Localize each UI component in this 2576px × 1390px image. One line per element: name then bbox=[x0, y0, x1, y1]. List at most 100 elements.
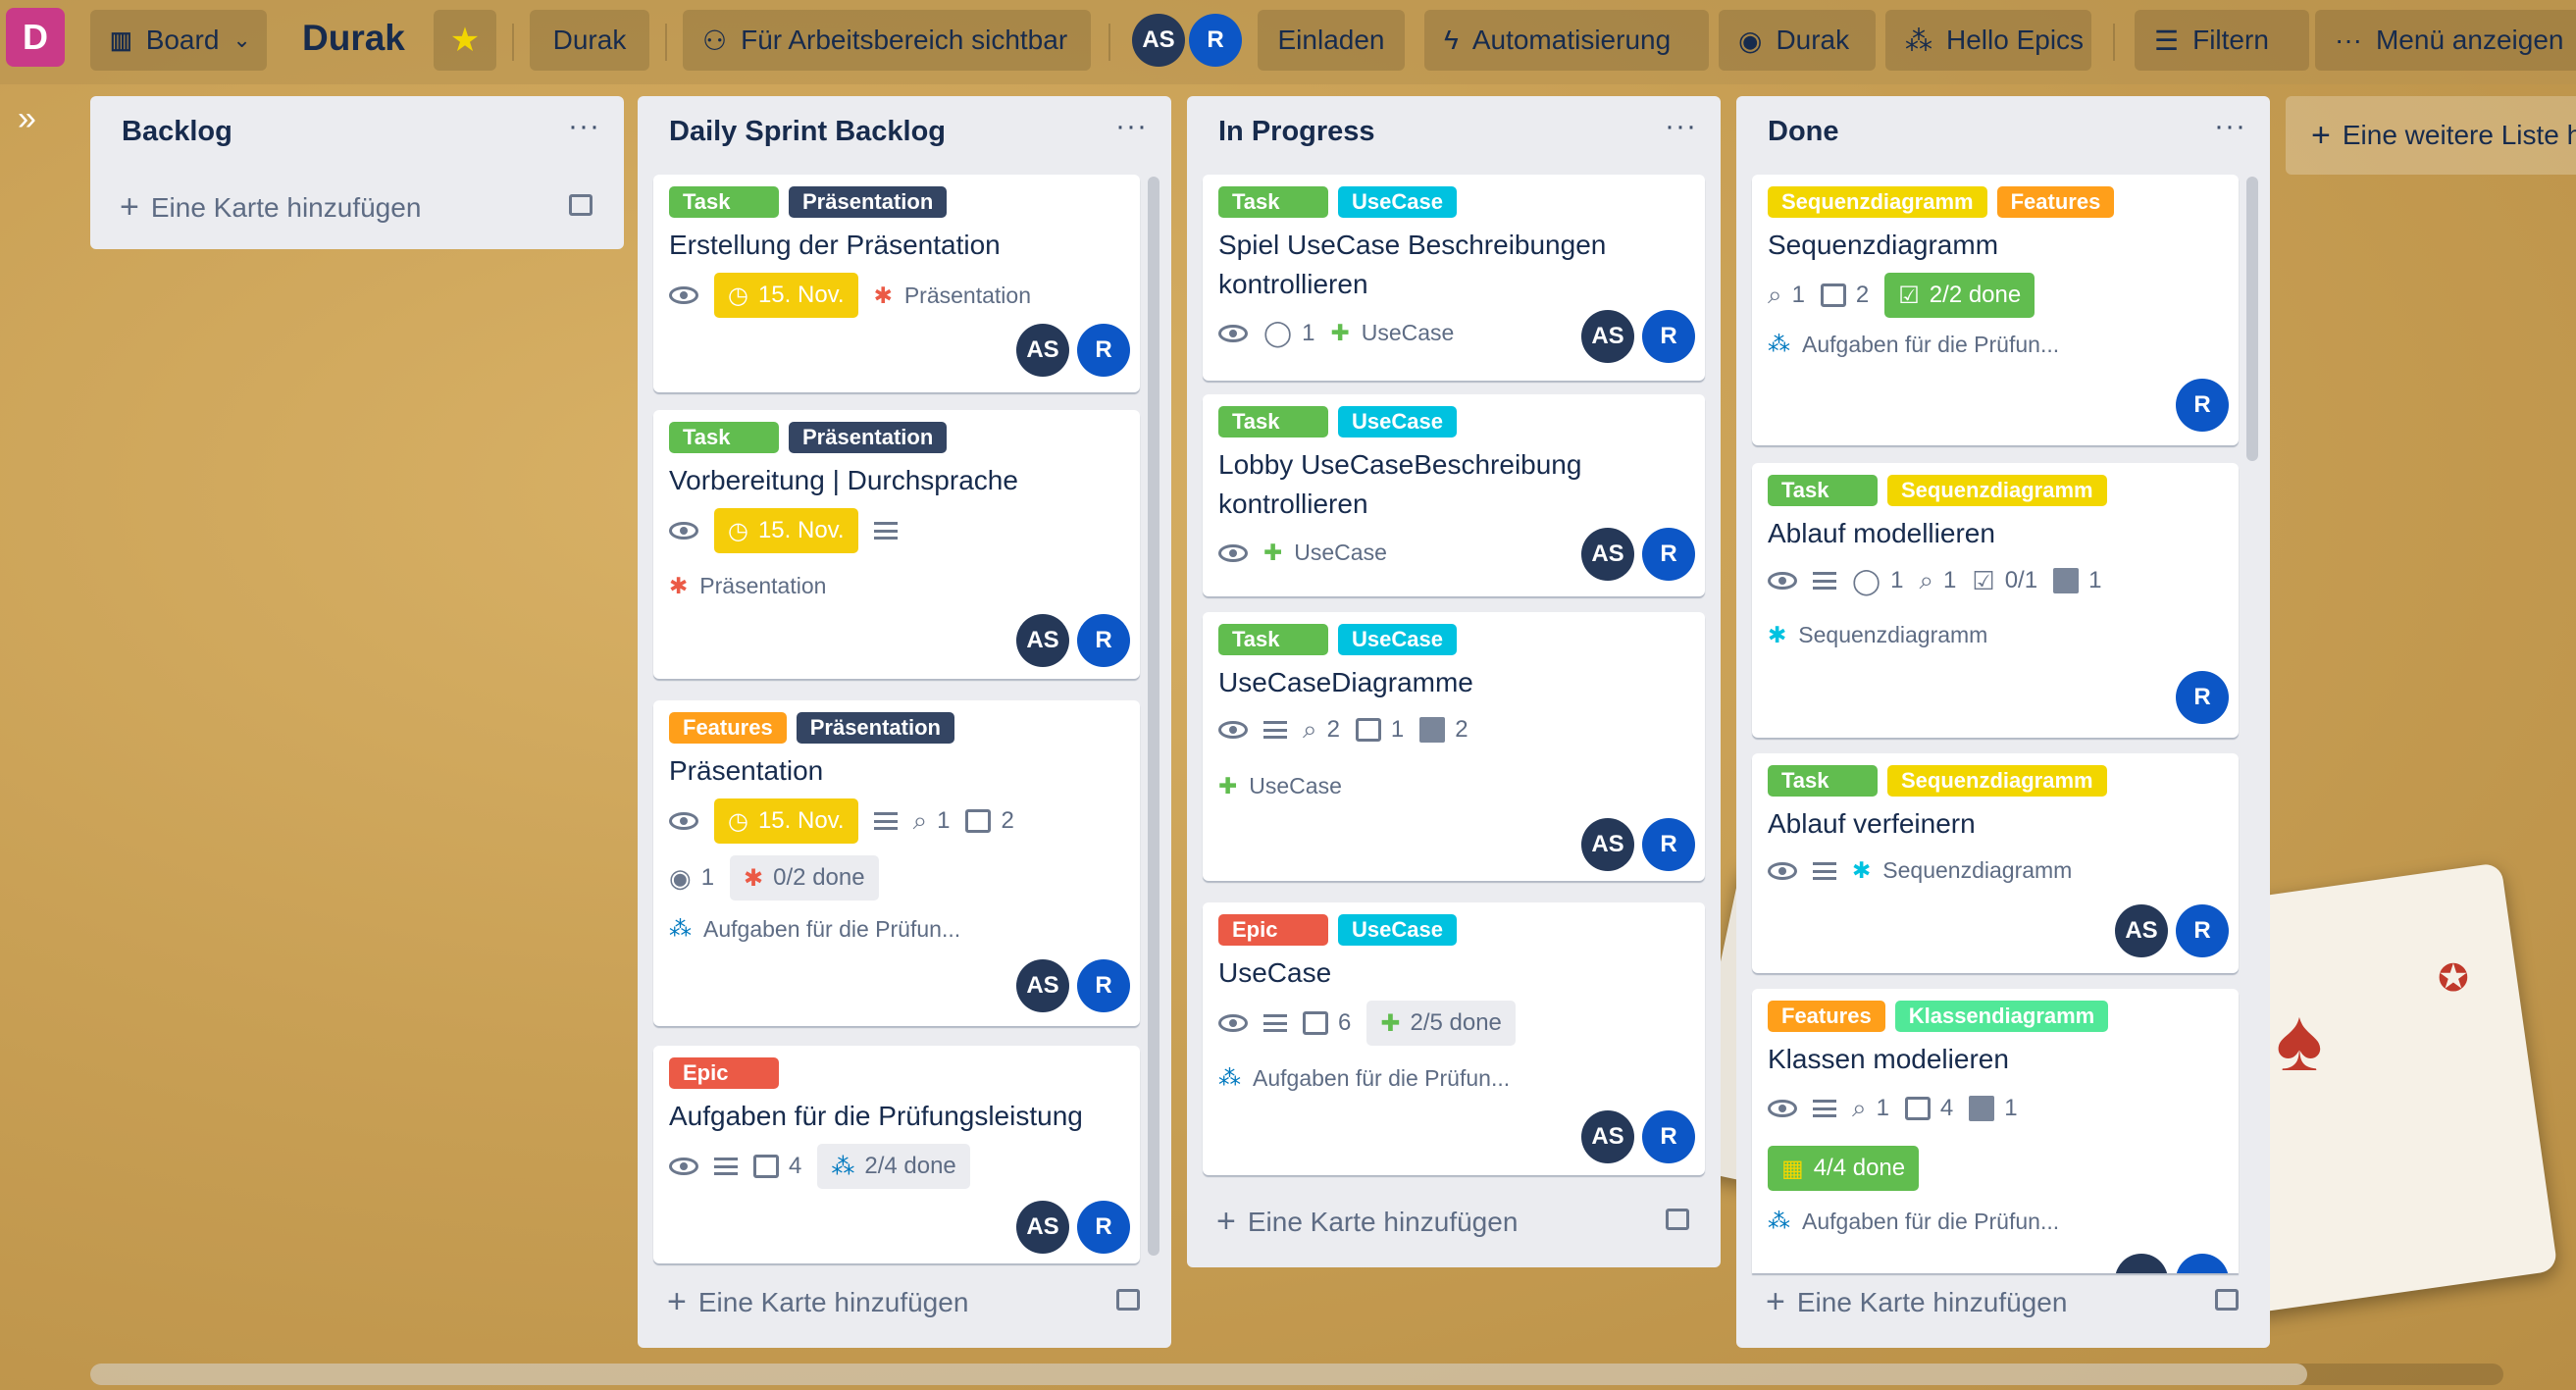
card[interactable]: Task Sequenzdiagramm Ablauf verfeinern ✱ S… bbox=[1752, 753, 2239, 973]
avatar[interactable]: R bbox=[1642, 310, 1695, 363]
checklist-badge[interactable]: ✚ 2/5 done bbox=[1366, 1001, 1516, 1046]
ellipsis-icon[interactable]: ··· bbox=[2214, 110, 2246, 143]
due-date-badge[interactable]: ◷ 15. Nov. bbox=[714, 508, 858, 553]
label-usecase[interactable]: UseCase bbox=[1338, 186, 1457, 218]
avatar[interactable]: R bbox=[1077, 614, 1130, 667]
automation-button[interactable]: ϟ Automatisierung bbox=[1424, 10, 1709, 71]
label-klassendiagramm[interactable]: Klassendiagramm bbox=[1894, 1001, 2109, 1032]
label-task[interactable]: Task bbox=[1218, 186, 1328, 218]
template-icon[interactable] bbox=[1116, 1289, 1140, 1311]
ellipsis-icon[interactable]: ··· bbox=[568, 110, 600, 143]
card-reference[interactable]: ✱ Sequenzdiagramm bbox=[1852, 857, 2072, 884]
card-reference[interactable]: ✚ UseCase bbox=[1263, 540, 1387, 566]
label-praesentation[interactable]: Präsentation bbox=[796, 712, 954, 744]
avatar[interactable]: R bbox=[1077, 959, 1130, 1012]
board-horizontal-scrollbar[interactable] bbox=[90, 1364, 2503, 1385]
avatar[interactable]: AS bbox=[1581, 528, 1634, 581]
label-task[interactable]: Task bbox=[1768, 475, 1878, 506]
add-card-button[interactable]: + Eine Karte hinzufügen bbox=[667, 1283, 968, 1321]
due-date-badge[interactable]: ◷ 15. Nov. bbox=[714, 798, 858, 844]
workspace-logo[interactable]: D bbox=[6, 8, 65, 67]
label-epic[interactable]: Epic bbox=[1218, 914, 1328, 946]
avatar[interactable]: AS bbox=[1016, 959, 1069, 1012]
label-task[interactable]: Task bbox=[669, 422, 779, 453]
double-chevron-icon[interactable]: » bbox=[18, 100, 36, 138]
template-icon[interactable] bbox=[2215, 1289, 2239, 1311]
avatar[interactable]: AS bbox=[1581, 818, 1634, 871]
avatar[interactable] bbox=[2176, 1254, 2229, 1273]
card-reference[interactable]: ✚ UseCase bbox=[1218, 773, 1342, 799]
filter-button[interactable]: ☰ Filtern bbox=[2135, 10, 2309, 71]
avatar[interactable]: AS bbox=[1016, 324, 1069, 377]
checklist-badge[interactable]: ▦ 4/4 done bbox=[1768, 1146, 1920, 1191]
card[interactable]: Task UseCase Lobby UseCaseBeschreibung ko… bbox=[1203, 394, 1705, 596]
card-reference[interactable]: ⁂ Aufgaben für die Prüfun... bbox=[1768, 1209, 2059, 1235]
github-powerup-button[interactable]: ◉ Durak bbox=[1719, 10, 1876, 71]
label-task[interactable]: Task bbox=[1218, 624, 1328, 655]
card[interactable]: Features Präsentation Präsentation ◷ 15. N… bbox=[653, 700, 1140, 1026]
label-praesentation[interactable]: Präsentation bbox=[789, 186, 948, 218]
card[interactable]: Task Präsentation Erstellung der Präsenta… bbox=[653, 175, 1140, 392]
label-usecase[interactable]: UseCase bbox=[1338, 624, 1457, 655]
label-task[interactable]: Task bbox=[1768, 765, 1878, 797]
avatar[interactable]: R bbox=[1189, 14, 1242, 67]
avatar[interactable]: R bbox=[1077, 324, 1130, 377]
star-button[interactable]: ★ bbox=[434, 10, 496, 71]
ellipsis-icon[interactable]: ··· bbox=[1115, 110, 1148, 143]
show-menu-button[interactable]: ··· Menü anzeigen bbox=[2315, 10, 2576, 71]
label-sequenzdiagramm[interactable]: Sequenzdiagramm bbox=[1887, 765, 2107, 797]
avatar[interactable]: R bbox=[2176, 379, 2229, 432]
label-features[interactable]: Features bbox=[669, 712, 787, 744]
label-sequenzdiagramm[interactable]: Sequenzdiagramm bbox=[1768, 186, 1987, 218]
avatar[interactable]: AS bbox=[1581, 1110, 1634, 1163]
label-usecase[interactable]: UseCase bbox=[1338, 406, 1457, 438]
workspace-button[interactable]: Durak bbox=[530, 10, 649, 71]
list-title[interactable]: Daily Sprint Backlog bbox=[669, 116, 946, 148]
card[interactable]: Features Klassendiagramm Klassen modelier… bbox=[1752, 989, 2239, 1273]
add-card-button[interactable]: + Eine Karte hinzufügen bbox=[1766, 1283, 2067, 1321]
visibility-button[interactable]: ⚇ Für Arbeitsbereich sichtbar bbox=[683, 10, 1091, 71]
avatar[interactable]: AS bbox=[1132, 14, 1185, 67]
avatar[interactable]: R bbox=[1642, 818, 1695, 871]
epics-powerup-button[interactable]: ⁂ Hello Epics bbox=[1885, 10, 2091, 71]
checklist-badge[interactable]: ✱ 0/2 done bbox=[730, 855, 879, 901]
checklist-badge[interactable]: ⁂ 2/4 done bbox=[817, 1144, 970, 1189]
card[interactable]: Task UseCase UseCaseDiagramme ⌕ 2 1 2 ✚ Use… bbox=[1203, 612, 1705, 881]
add-list-button[interactable]: + Eine weitere Liste h bbox=[2286, 96, 2576, 175]
avatar[interactable]: R bbox=[1642, 528, 1695, 581]
list-title[interactable]: Backlog bbox=[122, 116, 232, 148]
due-date-badge[interactable]: ◷ 15. Nov. bbox=[714, 273, 858, 318]
list-scrollbar[interactable] bbox=[1148, 177, 1159, 1256]
checklist-badge[interactable]: ☑ 2/2 done bbox=[1884, 273, 2035, 318]
label-features[interactable]: Features bbox=[1768, 1001, 1885, 1032]
card-reference[interactable]: ✱ Präsentation bbox=[874, 283, 1031, 309]
board-title[interactable]: Durak bbox=[302, 18, 405, 59]
scrollbar-thumb[interactable] bbox=[90, 1364, 2307, 1385]
avatar[interactable]: R bbox=[2176, 671, 2229, 724]
avatar[interactable]: R bbox=[1077, 1201, 1130, 1254]
card[interactable]: Task Präsentation Vorbereitung | Durchspr… bbox=[653, 410, 1140, 679]
avatar[interactable]: R bbox=[2176, 904, 2229, 957]
card-reference[interactable]: ✱ Sequenzdiagramm bbox=[1768, 622, 1987, 648]
avatar[interactable]: AS bbox=[2115, 904, 2168, 957]
card-reference[interactable]: ✚ UseCase bbox=[1330, 320, 1454, 346]
card[interactable]: Task UseCase Spiel UseCase Beschreibungen… bbox=[1203, 175, 1705, 381]
avatar[interactable]: AS bbox=[1016, 614, 1069, 667]
label-sequenzdiagramm[interactable]: Sequenzdiagramm bbox=[1887, 475, 2107, 506]
card[interactable]: Task Sequenzdiagramm Ablauf modellieren ◯… bbox=[1752, 463, 2239, 738]
list-scrollbar[interactable] bbox=[2246, 177, 2258, 461]
avatar[interactable] bbox=[2115, 1254, 2168, 1273]
label-usecase[interactable]: UseCase bbox=[1338, 914, 1457, 946]
card-reference[interactable]: ⁂ Aufgaben für die Prüfun... bbox=[1768, 332, 2059, 358]
card-reference[interactable]: ⁂ Aufgaben für die Prüfun... bbox=[1218, 1065, 1510, 1092]
label-task[interactable]: Task bbox=[1218, 406, 1328, 438]
card[interactable]: Sequenzdiagramm Features Sequenzdiagramm … bbox=[1752, 175, 2239, 445]
card-reference[interactable]: ✱ Präsentation bbox=[669, 573, 826, 599]
card[interactable]: Epic Aufgaben für die Prüfungsleistung 4… bbox=[653, 1046, 1140, 1263]
list-title[interactable]: In Progress bbox=[1218, 116, 1375, 148]
label-epic[interactable]: Epic bbox=[669, 1057, 779, 1089]
label-praesentation[interactable]: Präsentation bbox=[789, 422, 948, 453]
card[interactable]: Epic UseCase UseCase 6 ✚ 2/5 done ⁂ Aufgabe… bbox=[1203, 902, 1705, 1175]
ellipsis-icon[interactable]: ··· bbox=[1665, 110, 1697, 143]
card-reference[interactable]: ⁂ Aufgaben für die Prüfun... bbox=[669, 916, 960, 943]
